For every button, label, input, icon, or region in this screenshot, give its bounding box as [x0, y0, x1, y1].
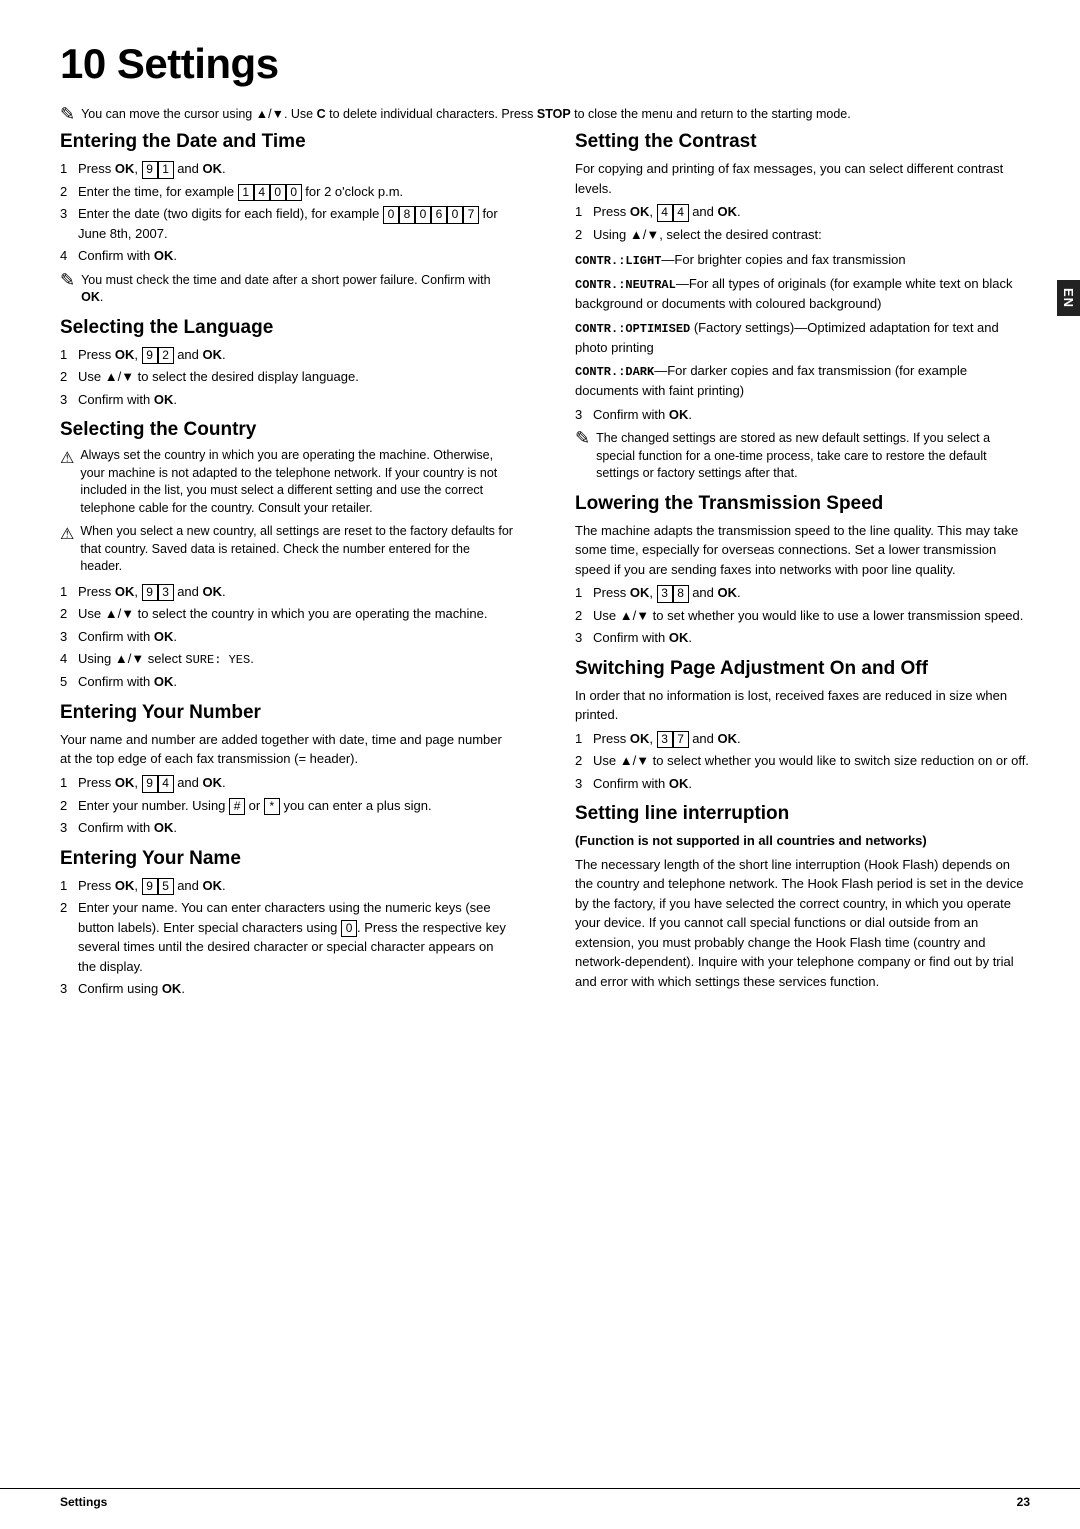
- list-item: 1 Press OK, 37 and OK.: [575, 729, 1030, 749]
- list-item: 1 Press OK, 95 and OK.: [60, 876, 515, 896]
- section-name: Entering Your Name 1 Press OK, 95 and OK…: [60, 848, 515, 999]
- contrast-dark: CONTR.:DARK—For darker copies and fax tr…: [575, 361, 1030, 401]
- heading-country: Selecting the Country: [60, 419, 515, 441]
- warn-country-2: ⚠ When you select a new country, all set…: [60, 523, 515, 576]
- intro-transmission: The machine adapts the transmission spee…: [575, 521, 1030, 580]
- en-tab: EN: [1057, 280, 1080, 316]
- note-icon: ✎: [575, 428, 590, 449]
- section-date-time: Entering the Date and Time 1 Press OK, 9…: [60, 131, 515, 307]
- list-item: 1 Press OK, 44 and OK.: [575, 202, 1030, 222]
- right-column: Setting the Contrast For copying and pri…: [565, 131, 1030, 1009]
- warn-text: When you select a new country, all setti…: [80, 523, 515, 576]
- section-number: Entering Your Number Your name and numbe…: [60, 702, 515, 838]
- heading-number: Entering Your Number: [60, 702, 515, 724]
- heading-contrast: Setting the Contrast: [575, 131, 1030, 153]
- list-item: 2 Use ▲/▼ to set whether you would like …: [575, 606, 1030, 626]
- note-icon: ✎: [60, 270, 75, 291]
- section-language: Selecting the Language 1 Press OK, 92 an…: [60, 317, 515, 410]
- steps-page-adjustment: 1 Press OK, 37 and OK. 2 Use ▲/▼ to sele…: [575, 729, 1030, 794]
- contrast-neutral: CONTR.:NEUTRAL—For all types of original…: [575, 274, 1030, 314]
- intro-note: ✎ You can move the cursor using ▲/▼. Use…: [60, 106, 1030, 125]
- footer-right: 23: [1017, 1495, 1030, 1509]
- heading-page-adjustment: Switching Page Adjustment On and Off: [575, 658, 1030, 680]
- intro-page-adjustment: In order that no information is lost, re…: [575, 686, 1030, 725]
- list-item: 3 Confirm with OK.: [60, 627, 515, 647]
- steps-contrast-3: 3 Confirm with OK.: [575, 405, 1030, 425]
- note-icon: ✎: [60, 104, 75, 125]
- warn-text: Always set the country in which you are …: [80, 447, 515, 517]
- list-item: 2 Use ▲/▼ to select the desired display …: [60, 367, 515, 387]
- contrast-light: CONTR.:LIGHT—For brighter copies and fax…: [575, 250, 1030, 270]
- note-text: The changed settings are stored as new d…: [596, 430, 1030, 483]
- two-column-layout: Entering the Date and Time 1 Press OK, 9…: [60, 131, 1030, 1009]
- heading-date-time: Entering the Date and Time: [60, 131, 515, 153]
- list-item: 1 Press OK, 38 and OK.: [575, 583, 1030, 603]
- list-item: 4 Using ▲/▼ select SURE: YES.: [60, 649, 515, 669]
- list-item: 1 Press OK, 93 and OK.: [60, 582, 515, 602]
- steps-language: 1 Press OK, 92 and OK. 2 Use ▲/▼ to sele…: [60, 345, 515, 410]
- heading-line-interruption: Setting line interruption: [575, 803, 1030, 825]
- intro-note-text: You can move the cursor using ▲/▼. Use C…: [81, 106, 851, 124]
- note-contrast: ✎ The changed settings are stored as new…: [575, 430, 1030, 483]
- warn-country-1: ⚠ Always set the country in which you ar…: [60, 447, 515, 517]
- intro-number: Your name and number are added together …: [60, 730, 515, 769]
- steps-contrast: 1 Press OK, 44 and OK. 2 Using ▲/▼, sele…: [575, 202, 1030, 244]
- list-item: 3 Confirm with OK.: [60, 390, 515, 410]
- list-item: 2 Enter the time, for example 1400 for 2…: [60, 182, 515, 202]
- list-item: 3 Confirm with OK.: [60, 818, 515, 838]
- section-page-adjustment: Switching Page Adjustment On and Off In …: [575, 658, 1030, 794]
- section-line-interruption: Setting line interruption (Function is n…: [575, 803, 1030, 991]
- list-item: 3 Confirm with OK.: [575, 628, 1030, 648]
- page-title: 10 Settings: [60, 40, 1030, 88]
- footer: Settings 23: [0, 1488, 1080, 1509]
- footer-left: Settings: [60, 1495, 107, 1509]
- list-item: 5 Confirm with OK.: [60, 672, 515, 692]
- steps-country: 1 Press OK, 93 and OK. 2 Use ▲/▼ to sele…: [60, 582, 515, 692]
- intro-contrast: For copying and printing of fax messages…: [575, 159, 1030, 198]
- list-item: 1 Press OK, 91 and OK.: [60, 159, 515, 179]
- subheading-line-interruption: (Function is not supported in all countr…: [575, 831, 1030, 851]
- text-line-interruption: The necessary length of the short line i…: [575, 855, 1030, 992]
- list-item: 3 Confirm using OK.: [60, 979, 515, 999]
- list-item: 3 Enter the date (two digits for each fi…: [60, 204, 515, 243]
- section-contrast: Setting the Contrast For copying and pri…: [575, 131, 1030, 483]
- list-item: 2 Enter your name. You can enter charact…: [60, 898, 515, 976]
- heading-name: Entering Your Name: [60, 848, 515, 870]
- heading-transmission: Lowering the Transmission Speed: [575, 493, 1030, 515]
- list-item: 3 Confirm with OK.: [575, 774, 1030, 794]
- list-item: 2 Using ▲/▼, select the desired contrast…: [575, 225, 1030, 245]
- steps-date-time: 1 Press OK, 91 and OK. 2 Enter the time,…: [60, 159, 515, 266]
- contrast-optimised: CONTR.:OPTIMISED (Factory settings)—Opti…: [575, 318, 1030, 358]
- list-item: 1 Press OK, 92 and OK.: [60, 345, 515, 365]
- section-transmission: Lowering the Transmission Speed The mach…: [575, 493, 1030, 648]
- list-item: 3 Confirm with OK.: [575, 405, 1030, 425]
- warning-icon: ⚠: [60, 448, 74, 468]
- steps-name: 1 Press OK, 95 and OK. 2 Enter your name…: [60, 876, 515, 999]
- page: EN 10 Settings ✎ You can move the cursor…: [0, 0, 1080, 1529]
- list-item: 2 Enter your number. Using # or * you ca…: [60, 796, 515, 816]
- note-text: You must check the time and date after a…: [81, 272, 515, 307]
- list-item: 2 Use ▲/▼ to select whether you would li…: [575, 751, 1030, 771]
- warning-icon: ⚠: [60, 524, 74, 544]
- heading-language: Selecting the Language: [60, 317, 515, 339]
- list-item: 4 Confirm with OK.: [60, 246, 515, 266]
- left-column: Entering the Date and Time 1 Press OK, 9…: [60, 131, 525, 1009]
- section-country: Selecting the Country ⚠ Always set the c…: [60, 419, 515, 692]
- note-date-time: ✎ You must check the time and date after…: [60, 272, 515, 307]
- list-item: 2 Use ▲/▼ to select the country in which…: [60, 604, 515, 624]
- steps-number: 1 Press OK, 94 and OK. 2 Enter your numb…: [60, 773, 515, 838]
- steps-transmission: 1 Press OK, 38 and OK. 2 Use ▲/▼ to set …: [575, 583, 1030, 648]
- list-item: 1 Press OK, 94 and OK.: [60, 773, 515, 793]
